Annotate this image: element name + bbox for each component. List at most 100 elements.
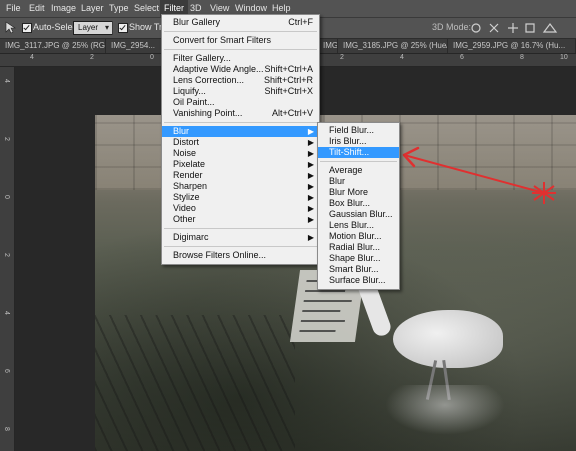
- submenu-arrow-icon: ▶: [307, 233, 314, 242]
- menu-item-blur-gallery[interactable]: Blur Gallery Ctrl+F: [162, 17, 319, 28]
- menu-item-label: Blur Gallery: [173, 17, 221, 27]
- menu-item-label: Motion Blur...: [329, 231, 382, 241]
- menu-item-label: Convert for Smart Filters: [173, 35, 272, 45]
- menu-item-blur-more[interactable]: Blur More: [318, 187, 399, 198]
- show-transform-checkbox[interactable]: [118, 23, 128, 33]
- menu-select[interactable]: Select: [130, 0, 163, 17]
- menu-type[interactable]: Type: [105, 0, 133, 17]
- tab-img-2955[interactable]: IMG_2955...: [318, 39, 338, 53]
- menu-item-label: Average: [329, 165, 363, 175]
- menu-item-liquify[interactable]: Liquify... Shift+Ctrl+X: [162, 86, 319, 97]
- menu-separator: [164, 31, 317, 32]
- submenu-arrow-icon: ▶: [307, 127, 314, 136]
- submenu-arrow-icon: ▶: [307, 204, 314, 213]
- menu-item-smart-blur[interactable]: Smart Blur...: [318, 264, 399, 275]
- tab-img-3185[interactable]: IMG_3185.JPG @ 25% (Hue/...: [338, 39, 448, 53]
- menu-item-sharpen[interactable]: Sharpen ▶: [162, 181, 319, 192]
- submenu-arrow-icon: ▶: [307, 138, 314, 147]
- menu-item-radial-blur[interactable]: Radial Blur...: [318, 242, 399, 253]
- blur-submenu: Field Blur... Iris Blur... Tilt-Shift...…: [317, 122, 400, 290]
- menu-item-label: Vanishing Point...: [173, 108, 243, 118]
- menu-item-label: Blur: [173, 126, 190, 136]
- menu-item-label: Field Blur...: [329, 125, 375, 135]
- menu-item-iris-blur[interactable]: Iris Blur...: [318, 136, 399, 147]
- menu-item-lens-blur[interactable]: Lens Blur...: [318, 220, 399, 231]
- menu-separator: [164, 246, 317, 247]
- menu-item-shortcut: Shift+Ctrl+X: [264, 86, 313, 96]
- menu-item-label: Distort: [173, 137, 200, 147]
- menu-item-field-blur[interactable]: Field Blur...: [318, 125, 399, 136]
- menu-item-noise[interactable]: Noise ▶: [162, 148, 319, 159]
- tab-label: IMG_2955...: [323, 41, 338, 50]
- menu-item-average[interactable]: Average: [318, 165, 399, 176]
- menu-item-label: Stylize: [173, 192, 200, 202]
- menu-item-oil-paint[interactable]: Oil Paint...: [162, 97, 319, 108]
- menu-item-label: Radial Blur...: [329, 242, 381, 252]
- menu-item-shortcut: Shift+Ctrl+R: [263, 75, 313, 85]
- sign-line: [302, 310, 341, 312]
- sign-line: [299, 330, 336, 332]
- menu-item-tilt-shift[interactable]: Tilt-Shift...: [318, 147, 399, 158]
- move-tool-icon[interactable]: [4, 21, 18, 34]
- menu-item-convert-smart-filters[interactable]: Convert for Smart Filters: [162, 35, 319, 46]
- menu-item-label: Browse Filters Online...: [173, 250, 267, 260]
- menu-item-box-blur[interactable]: Box Blur...: [318, 198, 399, 209]
- menu-item-shortcut: Ctrl+F: [288, 17, 313, 27]
- filter-menu: Blur Gallery Ctrl+F Convert for Smart Fi…: [161, 14, 320, 265]
- auto-select-dropdown[interactable]: Layer: [73, 21, 114, 35]
- menu-separator: [164, 49, 317, 50]
- menu-item-browse-filters-online[interactable]: Browse Filters Online...: [162, 250, 319, 261]
- 3d-mode-icons[interactable]: [470, 22, 570, 34]
- menu-item-video[interactable]: Video ▶: [162, 203, 319, 214]
- menu-item-other[interactable]: Other ▶: [162, 214, 319, 225]
- menu-item-label: Iris Blur...: [329, 136, 367, 146]
- menu-item-lens-correction[interactable]: Lens Correction... Shift+Ctrl+R: [162, 75, 319, 86]
- menu-item-label: Digimarc: [173, 232, 209, 242]
- menu-item-label: Filter Gallery...: [173, 53, 231, 63]
- menu-edit[interactable]: Edit: [25, 0, 49, 17]
- menu-file[interactable]: File: [2, 0, 25, 17]
- auto-select-checkbox[interactable]: [22, 23, 32, 33]
- menu-item-label: Box Blur...: [329, 198, 371, 208]
- menu-item-stylize[interactable]: Stylize ▶: [162, 192, 319, 203]
- menu-item-distort[interactable]: Distort ▶: [162, 137, 319, 148]
- menu-separator: [164, 228, 317, 229]
- tab-img-2959[interactable]: IMG_2959.JPG @ 16.7% (Hu...: [448, 39, 576, 53]
- menu-item-label: Blur More: [329, 187, 369, 197]
- menu-item-label: Sharpen: [173, 181, 208, 191]
- tree-reflection: [95, 315, 295, 451]
- menu-item-label: Lens Blur...: [329, 220, 375, 230]
- menu-layer[interactable]: Layer: [77, 0, 108, 17]
- menu-item-label: Blur: [329, 176, 346, 186]
- ruler-top-tick: 8: [520, 54, 524, 61]
- menu-item-filter-gallery[interactable]: Filter Gallery...: [162, 53, 319, 64]
- tab-label: IMG_2959.JPG @ 16.7% (Hu...: [453, 41, 566, 50]
- menu-item-vanishing-point[interactable]: Vanishing Point... Alt+Ctrl+V: [162, 108, 319, 119]
- menu-item-blur[interactable]: Blur ▶: [162, 126, 319, 137]
- menu-item-gaussian-blur[interactable]: Gaussian Blur...: [318, 209, 399, 220]
- menu-image[interactable]: Image: [47, 0, 80, 17]
- ruler-left-tick: 4: [3, 79, 10, 83]
- menu-item-adaptive-wide-angle[interactable]: Adaptive Wide Angle... Shift+Ctrl+A: [162, 64, 319, 75]
- menu-item-label: Adaptive Wide Angle...: [173, 64, 264, 74]
- submenu-arrow-icon: ▶: [307, 149, 314, 158]
- tab-img-2954[interactable]: IMG_2954...: [106, 39, 162, 53]
- menu-item-pixelate[interactable]: Pixelate ▶: [162, 159, 319, 170]
- submenu-arrow-icon: ▶: [307, 182, 314, 191]
- menu-item-digimarc[interactable]: Digimarc ▶: [162, 232, 319, 243]
- menu-item-shape-blur[interactable]: Shape Blur...: [318, 253, 399, 264]
- ruler-top-tick: 4: [400, 54, 404, 61]
- menu-item-motion-blur[interactable]: Motion Blur...: [318, 231, 399, 242]
- tab-label: IMG_3117.JPG @ 25% (RGB/...: [5, 41, 106, 50]
- tab-img-3117[interactable]: IMG_3117.JPG @ 25% (RGB/...: [0, 39, 106, 53]
- menu-item-surface-blur[interactable]: Surface Blur...: [318, 275, 399, 286]
- ruler-top-tick: 4: [30, 54, 34, 61]
- menu-item-render[interactable]: Render ▶: [162, 170, 319, 181]
- menu-item-blur[interactable]: Blur: [318, 176, 399, 187]
- menu-item-label: Shape Blur...: [329, 253, 381, 263]
- submenu-arrow-icon: ▶: [307, 193, 314, 202]
- menu-item-label: Video: [173, 203, 196, 213]
- menu-item-label: Liquify...: [173, 86, 206, 96]
- menu-separator: [164, 122, 317, 123]
- menu-item-label: Pixelate: [173, 159, 206, 169]
